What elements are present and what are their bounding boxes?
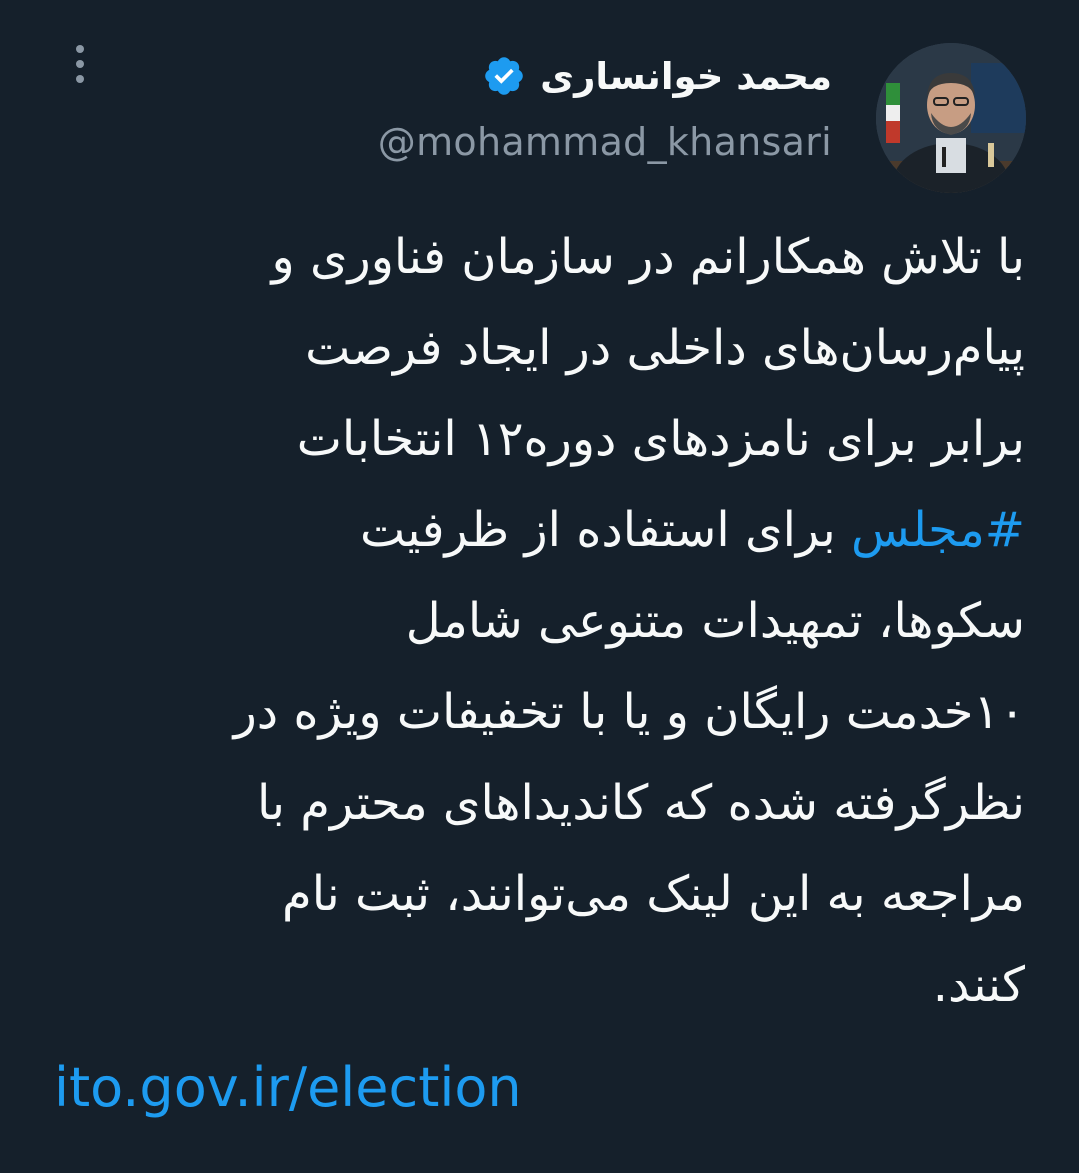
tweet-line: پیام‌رسان‌های داخلی در ایجاد فرصت	[305, 320, 1025, 376]
external-link[interactable]: ito.gov.ir/election	[54, 1056, 522, 1119]
tweet-line-text: برای استفاده از ظرفیت	[359, 502, 851, 558]
tweet-line: برابر برای نامزدهای دوره۱۲ انتخابات	[296, 411, 1025, 467]
author-name-row: محمد خوانساری	[482, 48, 832, 104]
verified-badge-icon	[482, 54, 526, 98]
author-handle[interactable]: @mohammad_khansari	[378, 120, 832, 164]
more-dot	[76, 75, 84, 83]
tweet-line: #مجلس برای استفاده از ظرفیت	[35, 485, 1025, 576]
tweet-text: با تلاش همکارانم در سازمان فناوری و پیام…	[35, 212, 1025, 1031]
tweet-line: ۱۰خدمت رایگان و یا با تخفیفات ویژه در	[233, 684, 1025, 740]
tweet-line: مراجعه به این لینک می‌توانند، ثبت نام	[282, 866, 1025, 922]
hashtag-link[interactable]: #مجلس	[851, 502, 1025, 558]
avatar-photo	[876, 43, 1026, 193]
tweet-line: کنند.	[932, 957, 1025, 1013]
tweet-line: سکوها، تمهیدات متنوعی شامل	[405, 593, 1025, 649]
tweet-card: محمد خوانساری @mohammad_khansari با تلاش…	[0, 0, 1079, 1173]
more-dot	[76, 60, 84, 68]
author-display-name[interactable]: محمد خوانساری	[540, 55, 832, 98]
more-options-icon[interactable]	[62, 40, 98, 88]
avatar[interactable]	[876, 43, 1026, 193]
more-dot	[76, 45, 84, 53]
tweet-line: با تلاش همکارانم در سازمان فناوری و	[271, 229, 1025, 285]
tweet-line: نظرگرفته شده که کاندیداهای محترم با	[257, 775, 1025, 831]
